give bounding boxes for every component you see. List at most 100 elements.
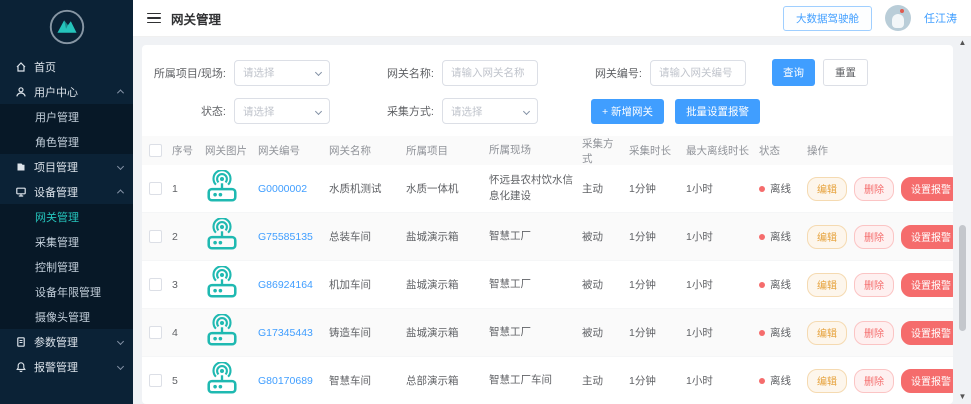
scroll-down-icon[interactable]: ▼: [956, 392, 969, 401]
gateway-code-link[interactable]: G86924164: [258, 279, 313, 291]
search-button[interactable]: 查询: [772, 59, 815, 86]
status-text: 离线: [770, 181, 791, 196]
header-mode: 采集方式: [579, 133, 626, 169]
project-select[interactable]: 请选择: [234, 60, 330, 86]
filter-row-2: 状态: 请选择 采集方式: 请选择: [146, 98, 943, 124]
sidebar-item-label: 首页: [34, 59, 56, 75]
chevron-up-icon: [117, 89, 124, 96]
set-alarm-button[interactable]: 设置报警: [901, 273, 953, 297]
row-checkbox[interactable]: [149, 230, 162, 243]
row-index: 3: [169, 276, 202, 294]
gateway-name: 智慧车间: [326, 370, 403, 391]
row-checkbox[interactable]: [149, 374, 162, 387]
collapse-menu-icon[interactable]: [147, 13, 161, 24]
header-actions: 操作: [804, 140, 953, 161]
sidebar-item-user-mgmt[interactable]: 用户管理: [0, 104, 133, 129]
header-interval: 采集时长: [626, 140, 683, 161]
sidebar-item-device-life-mgmt[interactable]: 设备年限管理: [0, 279, 133, 304]
username[interactable]: 任江涛: [924, 10, 957, 26]
scrollbar-thumb[interactable]: [959, 225, 966, 331]
home-icon: [14, 60, 27, 73]
sidebar-item-alarm-mgmt[interactable]: 报警管理: [0, 354, 133, 379]
max-offline-duration: 1小时: [683, 274, 756, 295]
delete-button[interactable]: 删除: [854, 273, 894, 297]
row-checkbox[interactable]: [149, 278, 162, 291]
collect-interval: 1分钟: [626, 226, 683, 247]
status-text: 离线: [770, 325, 791, 340]
edit-button[interactable]: 编辑: [807, 225, 847, 249]
select-all-checkbox[interactable]: [149, 144, 162, 157]
sidebar-item-role-mgmt[interactable]: 角色管理: [0, 129, 133, 154]
gateway-site: 智慧工厂车间: [486, 370, 579, 391]
main-area: 网关管理 大数据驾驶舱 任江涛 所属项目/现场: 请选择: [133, 0, 971, 404]
collect-mode: 被动: [579, 322, 626, 343]
edit-button[interactable]: 编辑: [807, 177, 847, 201]
gateway-router-icon: [205, 170, 239, 207]
status-text: 离线: [770, 277, 791, 292]
sidebar-item-device-mgmt[interactable]: 设备管理: [0, 179, 133, 204]
row-index: 2: [169, 228, 202, 246]
sidebar-item-gateway-mgmt[interactable]: 网关管理: [0, 204, 133, 229]
delete-button[interactable]: 删除: [854, 321, 894, 345]
gateway-code-link[interactable]: G75585135: [258, 231, 313, 243]
sidebar: 首页 用户中心 用户管理 角色管理 项目管理: [0, 0, 133, 404]
status-select[interactable]: 请选择: [234, 98, 330, 124]
chevron-down-icon: [117, 163, 124, 170]
gateway-code-link[interactable]: G17345443: [258, 327, 313, 339]
max-offline-duration: 1小时: [683, 322, 756, 343]
batch-set-alarm-button[interactable]: 批量设置报警: [675, 99, 760, 124]
sidebar-item-collect-mgmt[interactable]: 采集管理: [0, 229, 133, 254]
set-alarm-button[interactable]: 设置报警: [901, 225, 953, 249]
chevron-down-icon: [315, 69, 322, 76]
device-mgmt-submenu: 网关管理 采集管理 控制管理 设备年限管理 摄像头管理: [0, 204, 133, 329]
delete-button[interactable]: 删除: [854, 369, 894, 393]
delete-button[interactable]: 删除: [854, 225, 894, 249]
edit-button[interactable]: 编辑: [807, 369, 847, 393]
gateway-project: 盐城演示箱: [403, 322, 486, 343]
edit-button[interactable]: 编辑: [807, 273, 847, 297]
gateway-name-input[interactable]: [442, 60, 538, 86]
set-alarm-button[interactable]: 设置报警: [901, 321, 953, 345]
chevron-down-icon: [523, 107, 530, 114]
chevron-up-icon: [117, 189, 124, 196]
filter-panel: 所属项目/现场: 请选择 网关名称: 网关编号:: [142, 45, 953, 136]
sidebar-item-project-mgmt[interactable]: 项目管理: [0, 154, 133, 179]
notebook-icon: [14, 160, 27, 173]
gateway-name-filter: 网关名称:: [354, 60, 538, 86]
header-name: 网关名称: [326, 140, 403, 161]
sidebar-item-label: 用户中心: [34, 84, 78, 100]
gateway-name-label: 网关名称:: [354, 65, 434, 81]
gateway-table: 序号 网关图片 网关编号 网关名称 所属项目 所属现场 采集方式 采集时长 最大…: [142, 136, 953, 404]
collect-mode-select[interactable]: 请选择: [442, 98, 538, 124]
scroll-up-icon[interactable]: ▲: [956, 38, 969, 47]
sidebar-item-control-mgmt[interactable]: 控制管理: [0, 254, 133, 279]
add-gateway-button[interactable]: + 新增网关: [591, 99, 664, 124]
delete-button[interactable]: 删除: [854, 177, 894, 201]
offline-status-dot: [759, 282, 765, 288]
collect-mode: 主动: [579, 178, 626, 199]
reset-button[interactable]: 重置: [823, 59, 868, 86]
gateway-code-label: 网关编号:: [562, 65, 642, 81]
sidebar-item-user-center[interactable]: 用户中心: [0, 79, 133, 104]
edit-button[interactable]: 编辑: [807, 321, 847, 345]
sidebar-item-param-mgmt[interactable]: 参数管理: [0, 329, 133, 354]
sidebar-item-camera-mgmt[interactable]: 摄像头管理: [0, 304, 133, 329]
big-data-cockpit-button[interactable]: 大数据驾驶舱: [783, 6, 872, 31]
gateway-name: 铸造车间: [326, 322, 403, 343]
gateway-code-input[interactable]: [650, 60, 746, 86]
chevron-down-icon: [315, 107, 322, 114]
gateway-site: 怀远县农村饮水信息化建设: [486, 170, 579, 206]
row-checkbox[interactable]: [149, 326, 162, 339]
set-alarm-button[interactable]: 设置报警: [901, 177, 953, 201]
gateway-code-filter: 网关编号:: [562, 60, 746, 86]
set-alarm-button[interactable]: 设置报警: [901, 369, 953, 393]
gateway-code-link[interactable]: G0000002: [258, 183, 307, 195]
table-body: 1 G0000002 水质机测试 水质一体机 怀远县农村饮水信息化建设 主动 1…: [142, 165, 953, 404]
row-checkbox[interactable]: [149, 182, 162, 195]
gateway-code-link[interactable]: G80170689: [258, 375, 313, 387]
avatar[interactable]: [885, 5, 911, 31]
gateway-project: 水质一体机: [403, 178, 486, 199]
bell-icon: [14, 360, 27, 373]
sidebar-item-home[interactable]: 首页: [0, 54, 133, 79]
status-filter-label: 状态:: [146, 103, 226, 119]
